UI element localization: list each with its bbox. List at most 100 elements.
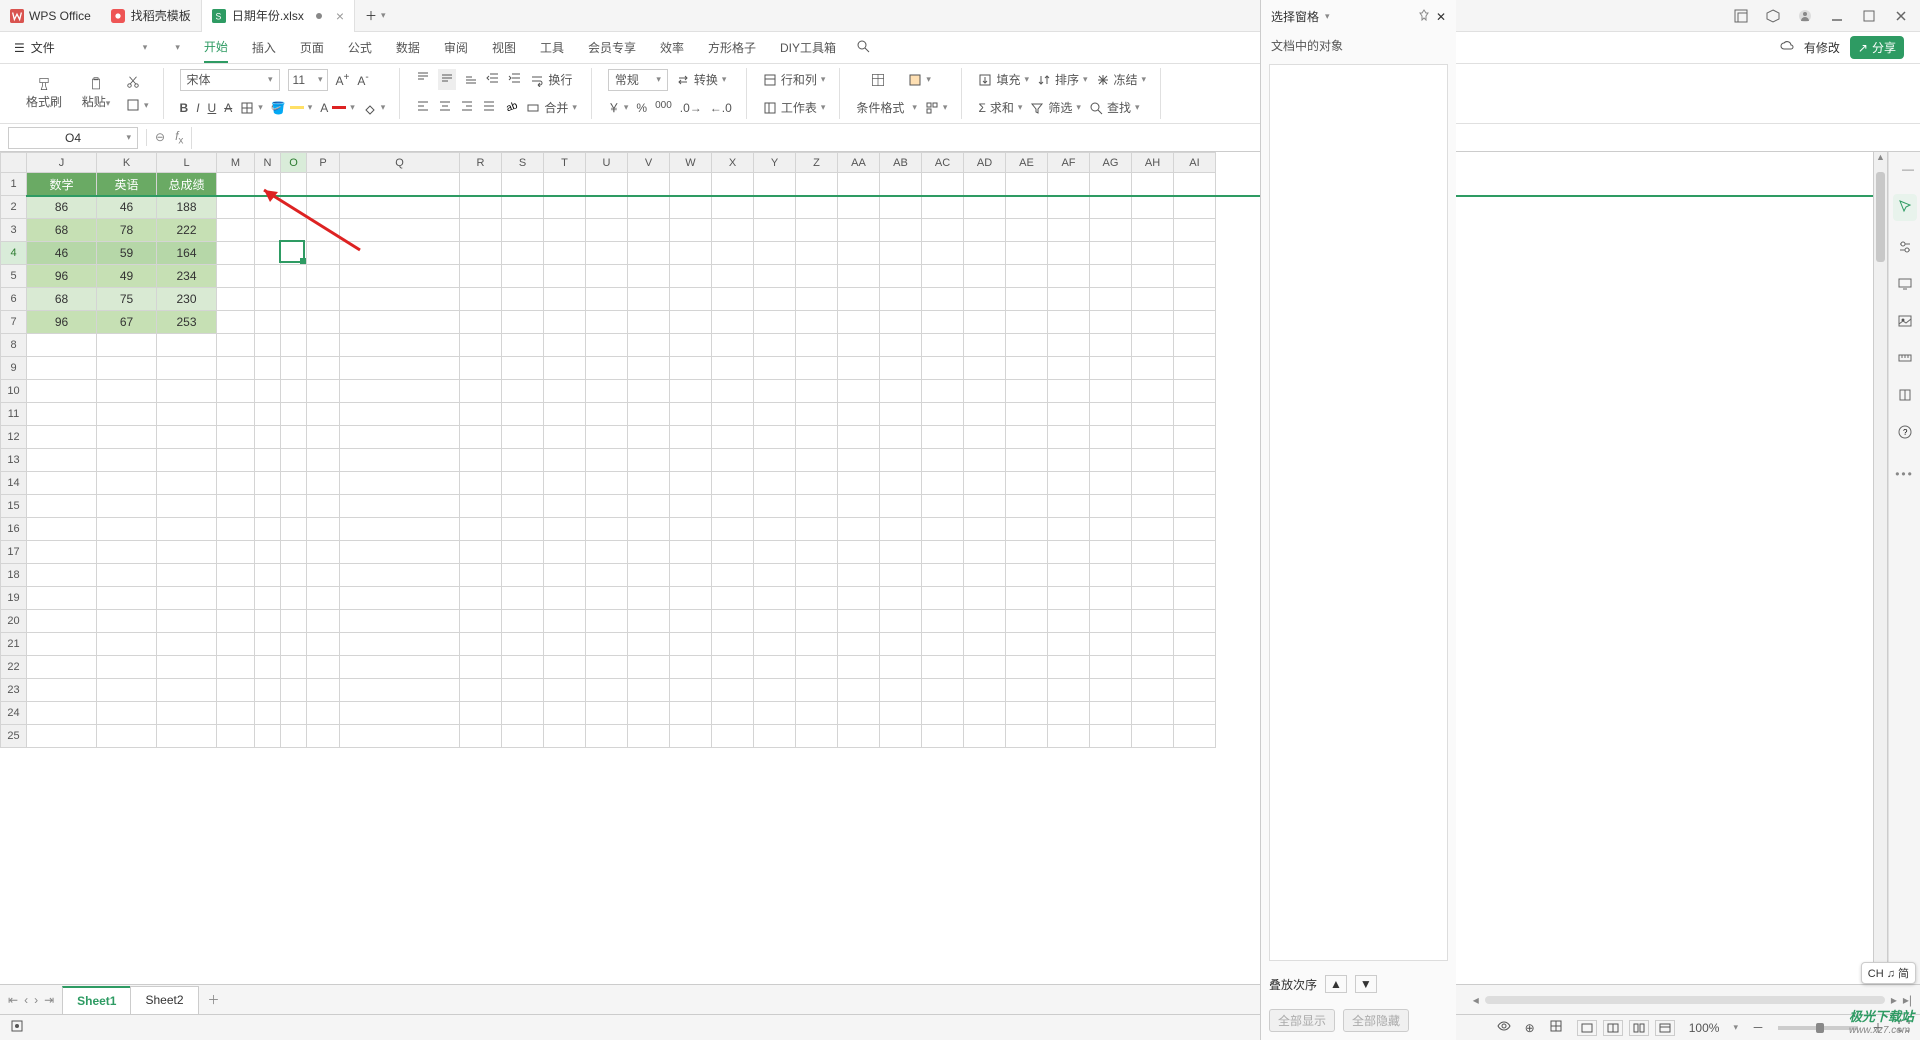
cell[interactable] xyxy=(97,495,157,518)
cell[interactable] xyxy=(97,610,157,633)
cloud-icon[interactable] xyxy=(1780,39,1794,56)
cell[interactable] xyxy=(796,679,838,702)
cell[interactable] xyxy=(97,472,157,495)
rowcol-button[interactable]: 行和列▾ xyxy=(763,71,826,88)
window-close-icon[interactable] xyxy=(1894,9,1908,23)
cell[interactable] xyxy=(544,610,586,633)
cell[interactable] xyxy=(1174,564,1216,587)
cell[interactable] xyxy=(97,656,157,679)
percent-icon[interactable]: % xyxy=(636,101,647,115)
cell[interactable] xyxy=(340,265,460,288)
hscroll-left-icon[interactable]: ◂ xyxy=(1473,993,1479,1007)
cell[interactable] xyxy=(97,587,157,610)
cell[interactable]: 68 xyxy=(27,219,97,242)
cell[interactable] xyxy=(340,633,460,656)
cell[interactable] xyxy=(1174,288,1216,311)
cell[interactable] xyxy=(628,495,670,518)
cell[interactable] xyxy=(838,564,880,587)
cell[interactable] xyxy=(157,518,217,541)
cell[interactable] xyxy=(217,610,255,633)
menu-tab-开始[interactable]: 开始 xyxy=(204,32,228,63)
show-all-button[interactable]: 全部显示 xyxy=(1269,1009,1335,1032)
cell[interactable] xyxy=(157,679,217,702)
cell[interactable] xyxy=(502,564,544,587)
cell[interactable] xyxy=(544,702,586,725)
cell[interactable] xyxy=(307,357,340,380)
cell[interactable] xyxy=(307,265,340,288)
format-painter-button[interactable]: 格式刷 xyxy=(22,70,66,118)
number-format-select[interactable]: 常规▾ xyxy=(608,69,668,91)
cell[interactable] xyxy=(964,196,1006,219)
cell[interactable]: 78 xyxy=(97,219,157,242)
cell[interactable] xyxy=(340,587,460,610)
col-header-Z[interactable]: Z xyxy=(796,153,838,173)
cell[interactable] xyxy=(27,518,97,541)
col-header-T[interactable]: T xyxy=(544,153,586,173)
cell[interactable] xyxy=(340,311,460,334)
cell[interactable] xyxy=(628,587,670,610)
find-button[interactable]: 查找▾ xyxy=(1089,99,1140,116)
menu-tab-公式[interactable]: 公式 xyxy=(348,33,372,62)
cell[interactable] xyxy=(1048,564,1090,587)
cell[interactable] xyxy=(255,265,281,288)
cell[interactable] xyxy=(460,334,502,357)
cell[interactable] xyxy=(157,449,217,472)
cell[interactable] xyxy=(217,679,255,702)
zoom-out-icon[interactable]: － xyxy=(1752,1019,1764,1036)
cell[interactable] xyxy=(964,426,1006,449)
cell[interactable] xyxy=(754,334,796,357)
cell[interactable] xyxy=(712,219,754,242)
cell[interactable] xyxy=(255,357,281,380)
cell[interactable] xyxy=(712,242,754,265)
cell[interactable] xyxy=(544,219,586,242)
cell[interactable] xyxy=(1090,495,1132,518)
cell[interactable] xyxy=(1090,242,1132,265)
col-header-X[interactable]: X xyxy=(712,153,754,173)
cell[interactable] xyxy=(964,679,1006,702)
cell[interactable]: 96 xyxy=(27,311,97,334)
vertical-scrollbar[interactable]: ▲ ▼ xyxy=(1873,152,1887,984)
cell[interactable] xyxy=(586,265,628,288)
view-normal-icon[interactable] xyxy=(1577,1020,1597,1036)
cell[interactable] xyxy=(1006,403,1048,426)
cell[interactable] xyxy=(964,702,1006,725)
row-header-16[interactable]: 16 xyxy=(1,518,27,541)
cell[interactable] xyxy=(796,702,838,725)
cell[interactable] xyxy=(838,311,880,334)
cell[interactable] xyxy=(255,725,281,748)
close-tab-icon[interactable]: × xyxy=(336,8,344,24)
cell[interactable] xyxy=(586,656,628,679)
cell[interactable] xyxy=(281,518,307,541)
cell[interactable] xyxy=(922,219,964,242)
cut-icon[interactable] xyxy=(126,75,149,92)
cell[interactable] xyxy=(340,288,460,311)
cell[interactable] xyxy=(628,633,670,656)
cell[interactable] xyxy=(307,518,340,541)
cell[interactable] xyxy=(1132,334,1174,357)
cell[interactable] xyxy=(1174,633,1216,656)
window-minimize-icon[interactable] xyxy=(1830,9,1844,23)
menu-tab-审阅[interactable]: 审阅 xyxy=(444,33,468,62)
row-header-12[interactable]: 12 xyxy=(1,426,27,449)
cell[interactable] xyxy=(964,311,1006,334)
cell[interactable] xyxy=(838,219,880,242)
cell[interactable] xyxy=(1090,357,1132,380)
cell[interactable]: 253 xyxy=(157,311,217,334)
cell[interactable] xyxy=(460,472,502,495)
close-pane-icon[interactable]: ✕ xyxy=(1436,10,1446,24)
col-header-K[interactable]: K xyxy=(97,153,157,173)
gallery-icon[interactable] xyxy=(1897,313,1913,332)
name-box[interactable]: O4▾ xyxy=(8,127,138,149)
cell[interactable] xyxy=(340,426,460,449)
cell[interactable] xyxy=(880,311,922,334)
row-header-8[interactable]: 8 xyxy=(1,334,27,357)
increase-indent-icon[interactable] xyxy=(508,71,522,88)
avatar-icon[interactable] xyxy=(1798,9,1812,23)
menu-tab-DIY工具箱[interactable]: DIY工具箱 xyxy=(780,33,836,62)
cell[interactable] xyxy=(1090,426,1132,449)
cell[interactable] xyxy=(97,564,157,587)
row-header-23[interactable]: 23 xyxy=(1,679,27,702)
cell[interactable] xyxy=(712,518,754,541)
cell[interactable] xyxy=(586,702,628,725)
cell[interactable] xyxy=(670,265,712,288)
